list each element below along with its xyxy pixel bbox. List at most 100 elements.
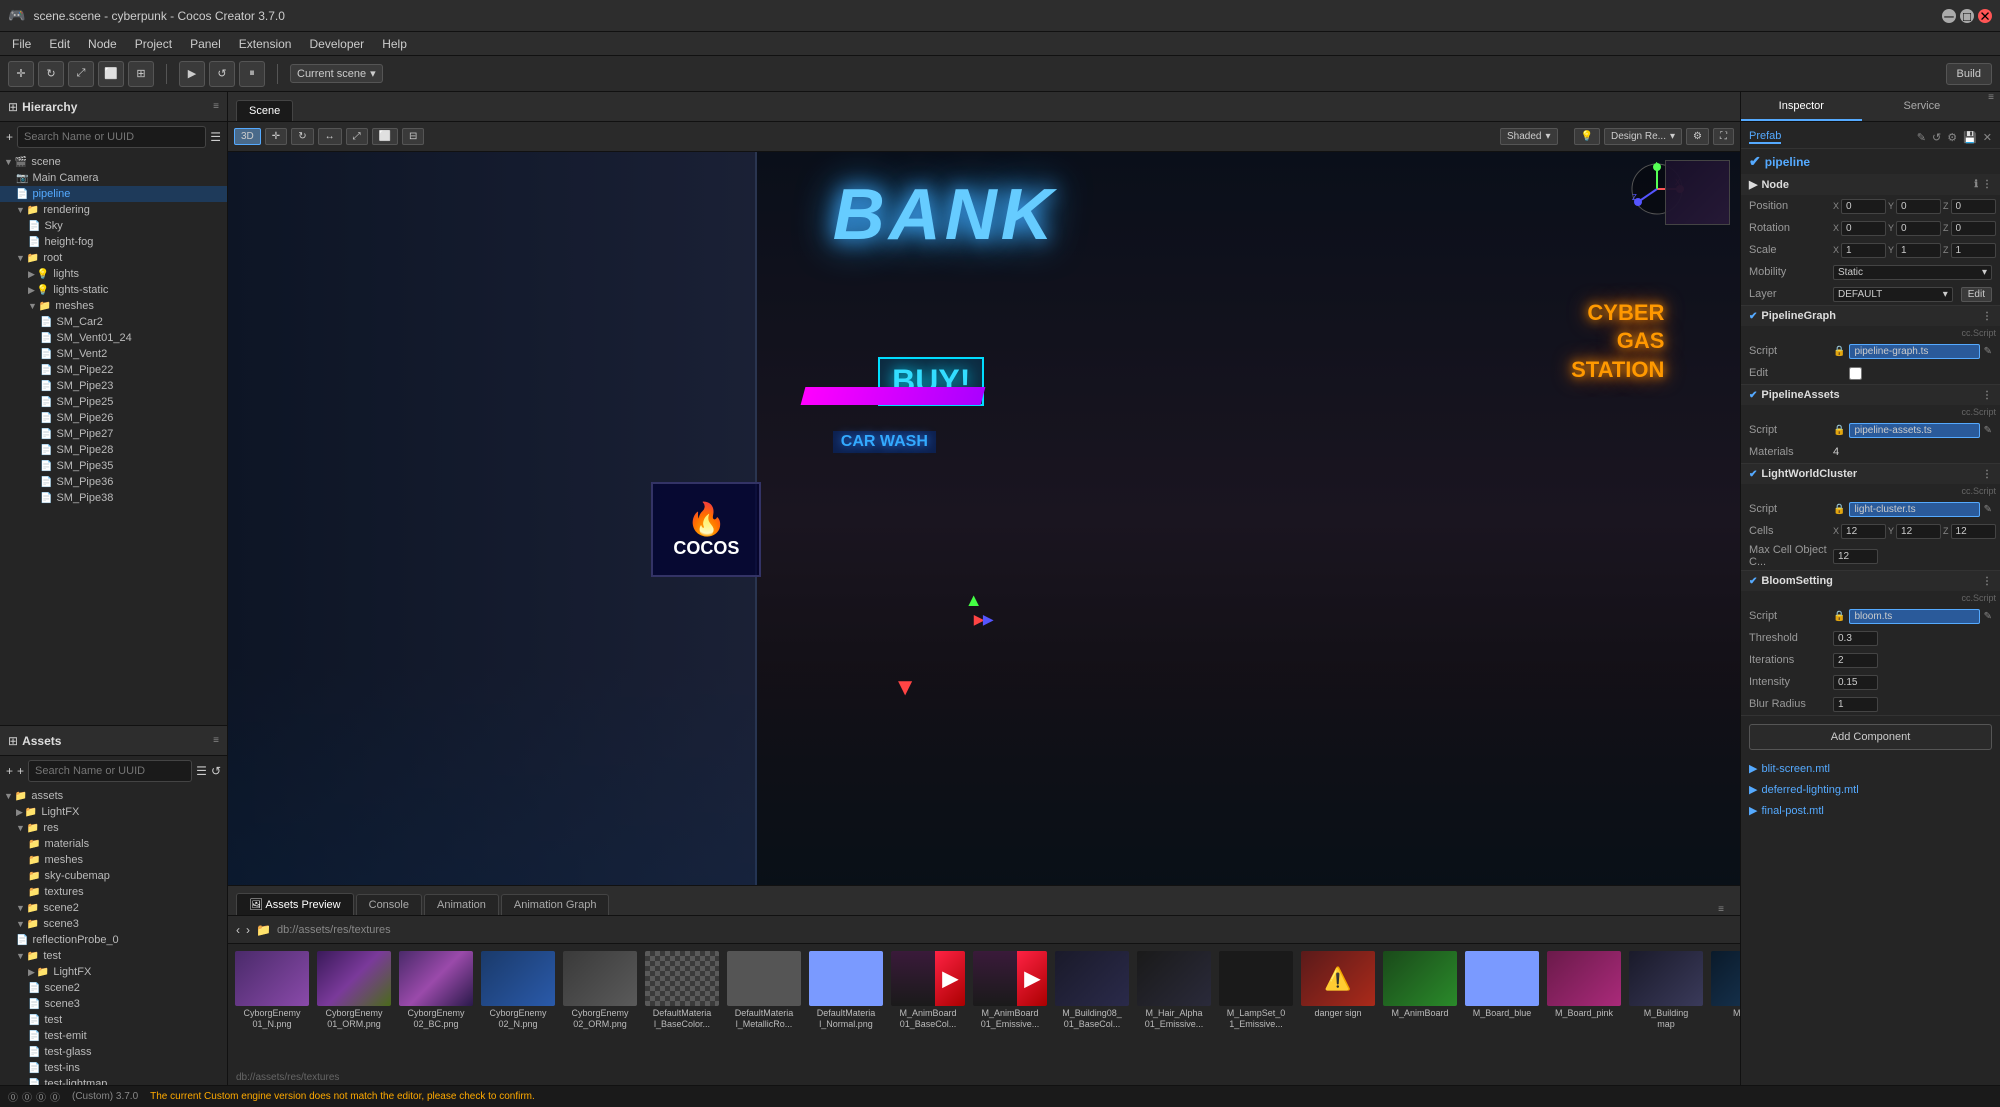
assets-item-assets[interactable]: 📁 assets: [0, 788, 227, 804]
hierarchy-item-smpipe35[interactable]: 📄 SM_Pipe35: [0, 458, 227, 474]
pipelinegraph-script-value[interactable]: pipeline-graph.ts: [1849, 344, 1979, 359]
hierarchy-search-input[interactable]: [17, 126, 206, 148]
hierarchy-item-pipeline[interactable]: 📄 pipeline: [0, 186, 227, 202]
assets-nav-next[interactable]: ›: [246, 923, 250, 937]
assets-add-icon[interactable]: +: [6, 764, 13, 778]
assets-item-materials[interactable]: 📁 materials: [0, 836, 227, 852]
bottom-panel-menu-icon[interactable]: ≡: [1718, 904, 1732, 915]
assets-item-testglass[interactable]: 📄 test-glass: [0, 1044, 227, 1060]
build-button[interactable]: Build: [1946, 63, 1992, 85]
assets-arrow-assets[interactable]: [4, 791, 13, 801]
tool-scale[interactable]: ⤢: [68, 61, 94, 87]
assets-item-lightfx2[interactable]: 📁 LightFX: [0, 964, 227, 980]
pipelinegraph-script-edit-icon[interactable]: ✎: [1984, 346, 1992, 357]
hierarchy-item-smvent2[interactable]: 📄 SM_Vent2: [0, 346, 227, 362]
pipelinegraph-more-icon[interactable]: ⋮: [1982, 311, 1992, 322]
menu-extension[interactable]: Extension: [231, 35, 300, 53]
hierarchy-add-icon[interactable]: +: [6, 130, 13, 144]
tab-inspector[interactable]: Inspector: [1741, 92, 1862, 121]
hierarchy-item-smpipe25[interactable]: 📄 SM_Pipe25: [0, 394, 227, 410]
pipelineassets-script-edit-icon[interactable]: ✎: [1984, 425, 1992, 436]
asset-item-5[interactable]: DefaultMaterial_BaseColor...: [642, 948, 722, 1066]
scene-maximize-icon[interactable]: ⛶: [1713, 128, 1734, 145]
node-more-icon[interactable]: ⋮: [1982, 179, 1992, 190]
asset-item-18[interactable]: M_map: [1708, 948, 1740, 1066]
scale-y[interactable]: [1896, 243, 1941, 258]
tab-assets-preview[interactable]: 🖼 Assets Preview: [236, 893, 354, 915]
hierarchy-item-root[interactable]: 📁 root: [0, 250, 227, 266]
assets-nav-up[interactable]: 📁: [256, 923, 271, 937]
bloomsetting-more-icon[interactable]: ⋮: [1982, 576, 1992, 587]
assets-nav-prev[interactable]: ‹: [236, 923, 240, 937]
tab-scene[interactable]: Scene: [236, 100, 293, 121]
bloomsetting-header[interactable]: ✔ BloomSetting ⋮: [1741, 571, 2000, 591]
position-x[interactable]: [1841, 199, 1886, 214]
position-y[interactable]: [1896, 199, 1941, 214]
hierarchy-menu-icon[interactable]: ≡: [213, 101, 219, 112]
hierarchy-arrow-root[interactable]: [16, 253, 25, 263]
node-info-icon[interactable]: ℹ: [1974, 179, 1978, 190]
hierarchy-list-icon[interactable]: ☰: [210, 130, 221, 144]
cells-x[interactable]: [1841, 524, 1886, 539]
assets-item-scene3b[interactable]: 📄 scene3: [0, 996, 227, 1012]
tool-rotate[interactable]: ↻: [38, 61, 64, 87]
assets-item-reflectionprobe[interactable]: 📄 reflectionProbe_0: [0, 932, 227, 948]
scale-x[interactable]: [1841, 243, 1886, 258]
cells-y[interactable]: [1896, 524, 1941, 539]
hierarchy-arrow-lightsstatic[interactable]: [28, 285, 35, 296]
hierarchy-item-sky[interactable]: 📄 Sky: [0, 218, 227, 234]
assets-search-input[interactable]: [28, 760, 192, 782]
asset-item-1[interactable]: CyborgEnemy01_ORM.png: [314, 948, 394, 1066]
position-z[interactable]: [1951, 199, 1996, 214]
intensity-value[interactable]: [1833, 675, 1878, 690]
assets-arrow-res[interactable]: [16, 823, 25, 833]
assets-arrow-scene3[interactable]: [16, 919, 25, 929]
collapsed-blitscreen[interactable]: ▶ blit-screen.mtl: [1741, 758, 2000, 779]
asset-item-12[interactable]: M_LampSet_01_Emissive...: [1216, 948, 1296, 1066]
hierarchy-arrow-lights[interactable]: [28, 269, 35, 280]
scale-z[interactable]: [1951, 243, 1996, 258]
shading-selector[interactable]: Shaded ▾: [1500, 128, 1558, 145]
pause-button[interactable]: ⏸: [239, 61, 265, 87]
assets-arrow-lightfx2[interactable]: [28, 967, 35, 978]
hierarchy-item-smpipe27[interactable]: 📄 SM_Pipe27: [0, 426, 227, 442]
close-button[interactable]: ✕: [1978, 9, 1992, 23]
scene-viewport[interactable]: BANK CYBERGASSTATION BUY! CAR WASH 🔥 COC…: [228, 152, 1740, 885]
threshold-value[interactable]: [1833, 631, 1878, 646]
pipelinegraph-edit-checkbox[interactable]: [1833, 367, 1878, 380]
asset-item-8[interactable]: ▶ M_AnimBoard01_BaseCol...: [888, 948, 968, 1066]
scene-tool-scale2[interactable]: ⤢: [346, 128, 368, 145]
asset-item-15[interactable]: M_Board_blue: [1462, 948, 1542, 1066]
assets-add2-icon[interactable]: +: [17, 764, 24, 778]
assets-refresh-icon[interactable]: ↺: [211, 764, 221, 778]
asset-item-16[interactable]: M_Board_pink: [1544, 948, 1624, 1066]
bloomsetting-script-edit-icon[interactable]: ✎: [1984, 611, 1992, 622]
tab-service[interactable]: Service: [1862, 92, 1983, 121]
hierarchy-item-lights[interactable]: 💡 lights: [0, 266, 227, 282]
add-component-button[interactable]: Add Component: [1749, 724, 1992, 750]
hierarchy-item-smcar2[interactable]: 📄 SM_Car2: [0, 314, 227, 330]
maximize-button[interactable]: □: [1960, 9, 1974, 23]
asset-item-14[interactable]: M_AnimBoard: [1380, 948, 1460, 1066]
asset-item-6[interactable]: DefaultMaterial_MetallicRo...: [724, 948, 804, 1066]
scene-tool-rotate[interactable]: ↻: [291, 128, 313, 145]
hierarchy-item-scene[interactable]: 🎬 scene: [0, 154, 227, 170]
maxcell-value[interactable]: [1833, 549, 1878, 564]
tab-animation-graph[interactable]: Animation Graph: [501, 894, 610, 915]
inspector-icon-save[interactable]: 💾: [1963, 131, 1977, 144]
tab-animation[interactable]: Animation: [424, 894, 499, 915]
menu-file[interactable]: File: [4, 35, 39, 53]
assets-arrow-lightfx[interactable]: [16, 807, 23, 818]
assets-item-testlightmap[interactable]: 📄 test-lightmap: [0, 1076, 227, 1085]
pipelineassets-more-icon[interactable]: ⋮: [1982, 390, 1992, 401]
assets-arrow-test[interactable]: [16, 951, 25, 961]
scene-selector[interactable]: Current scene ▾: [290, 64, 383, 83]
asset-item-3[interactable]: CyborgEnemy02_N.png: [478, 948, 558, 1066]
assets-item-scene2[interactable]: 📁 scene2: [0, 900, 227, 916]
mobility-select[interactable]: Static ▾: [1833, 265, 1992, 280]
asset-item-2[interactable]: CyborgEnemy02_BC.png: [396, 948, 476, 1066]
lightworldcluster-header[interactable]: ✔ LightWorldCluster ⋮: [1741, 464, 2000, 484]
reload-button[interactable]: ↺: [209, 61, 235, 87]
hierarchy-item-meshes[interactable]: 📁 meshes: [0, 298, 227, 314]
lightworldcluster-more-icon[interactable]: ⋮: [1982, 469, 1992, 480]
